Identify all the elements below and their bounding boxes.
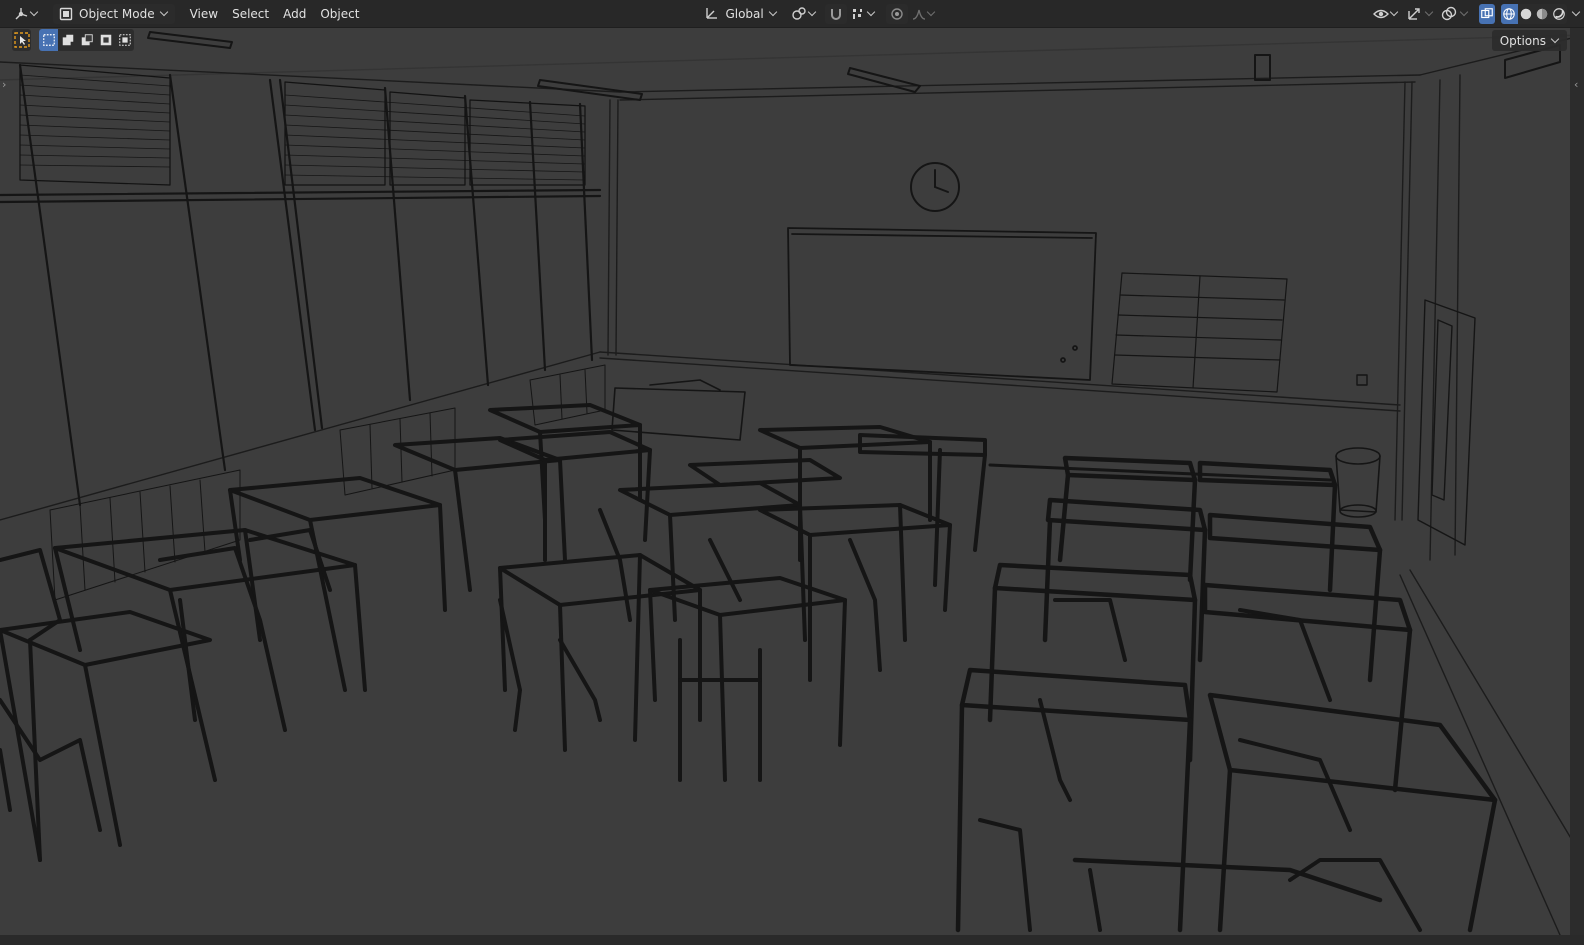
menu-select[interactable]: Select bbox=[225, 4, 276, 24]
falloff-curve-icon bbox=[911, 6, 927, 22]
menu-add[interactable]: Add bbox=[276, 4, 313, 24]
chevron-down-icon bbox=[807, 7, 816, 17]
snap-increment-icon bbox=[850, 6, 866, 22]
sidebar-region-edge bbox=[1570, 27, 1584, 935]
chevron-down-icon bbox=[926, 7, 935, 17]
snap-magnet-icon bbox=[828, 6, 844, 22]
snap-target-dropdown[interactable] bbox=[847, 4, 880, 24]
chevron-down-icon bbox=[1459, 7, 1468, 17]
teacher-desk bbox=[611, 379, 746, 441]
set-selection-icon[interactable] bbox=[39, 29, 58, 51]
select-box-cursor-icon[interactable] bbox=[12, 29, 31, 51]
visibility-dropdown[interactable] bbox=[1370, 4, 1403, 24]
pivot-point-dropdown[interactable] bbox=[786, 4, 823, 24]
proportional-editing-toggle[interactable] bbox=[885, 3, 908, 24]
overlay-icon bbox=[1441, 6, 1457, 22]
sidebar-expand-icon[interactable]: ‹ bbox=[1574, 78, 1582, 92]
3d-viewport[interactable]: › ‹ Object Mode View Select Add Object G… bbox=[0, 0, 1584, 945]
tool-settings-row bbox=[12, 29, 134, 51]
options-label: Options bbox=[1499, 33, 1546, 48]
pivot-point-icon bbox=[791, 6, 807, 22]
object-mode-icon bbox=[58, 6, 74, 22]
chevron-down-icon bbox=[768, 7, 777, 17]
proportional-falloff-dropdown[interactable] bbox=[908, 4, 940, 24]
shading-options-dropdown[interactable] bbox=[1567, 4, 1584, 24]
desks-right bbox=[955, 455, 1498, 933]
rendered-shading-icon[interactable] bbox=[1551, 4, 1567, 24]
xray-icon[interactable] bbox=[1478, 3, 1496, 24]
chevron-down-icon bbox=[159, 7, 168, 17]
mode-label: Object Mode bbox=[79, 6, 155, 21]
chairs-center bbox=[498, 508, 882, 782]
solid-shading-icon[interactable] bbox=[1518, 4, 1534, 24]
proportional-editing-icon bbox=[889, 6, 905, 22]
editor-type-button[interactable] bbox=[8, 4, 45, 24]
chevron-down-icon bbox=[1389, 7, 1398, 17]
transform-orientation-dropdown[interactable]: Global bbox=[698, 4, 783, 24]
invert-selection-icon[interactable] bbox=[96, 29, 115, 51]
material-preview-shading-icon[interactable] bbox=[1534, 4, 1550, 24]
wireframe-shading-icon[interactable] bbox=[1501, 3, 1518, 24]
chevron-down-icon bbox=[29, 7, 39, 17]
shading-mode-group bbox=[1501, 3, 1567, 24]
selection-mode-group bbox=[39, 29, 134, 51]
chevron-down-icon bbox=[1550, 34, 1560, 44]
desks-center bbox=[498, 425, 987, 782]
viewport-bottom-edge bbox=[0, 935, 1584, 945]
overlay-toggle[interactable] bbox=[1438, 4, 1473, 24]
visibility-eye-icon bbox=[1372, 6, 1389, 22]
viewport-header: Object Mode View Select Add Object Globa… bbox=[0, 0, 1584, 28]
orientation-label: Global bbox=[725, 6, 764, 21]
view3d-editor-icon bbox=[13, 6, 29, 22]
chevron-down-icon bbox=[1571, 7, 1581, 17]
chevron-down-icon bbox=[866, 7, 875, 17]
subtract-selection-icon[interactable] bbox=[77, 29, 96, 51]
gizmo-toggle[interactable] bbox=[1403, 4, 1438, 24]
menu-view[interactable]: View bbox=[183, 4, 225, 24]
toolbar-expand-icon[interactable]: › bbox=[2, 78, 10, 92]
mode-dropdown[interactable]: Object Mode bbox=[53, 3, 175, 24]
active-tool-button[interactable] bbox=[12, 29, 31, 51]
snap-toggle[interactable] bbox=[824, 3, 847, 24]
gizmo-icon bbox=[1406, 6, 1422, 22]
intersect-selection-icon[interactable] bbox=[115, 29, 134, 51]
xray-toggle[interactable] bbox=[1478, 3, 1496, 24]
orientation-axes-icon bbox=[703, 6, 719, 22]
trash-bin bbox=[1335, 447, 1381, 518]
wireframe-classroom-scene[interactable] bbox=[0, 0, 1584, 945]
menu-object[interactable]: Object bbox=[313, 4, 366, 24]
chairs-left bbox=[0, 528, 332, 862]
whiteboard bbox=[787, 227, 1097, 381]
options-dropdown[interactable]: Options bbox=[1491, 30, 1567, 51]
extend-selection-icon[interactable] bbox=[58, 29, 77, 51]
window-blinds bbox=[19, 64, 586, 186]
room-walls bbox=[0, 34, 1584, 936]
chevron-down-icon bbox=[1424, 7, 1433, 17]
notice-board bbox=[1111, 272, 1288, 393]
wall-clock bbox=[910, 162, 960, 212]
